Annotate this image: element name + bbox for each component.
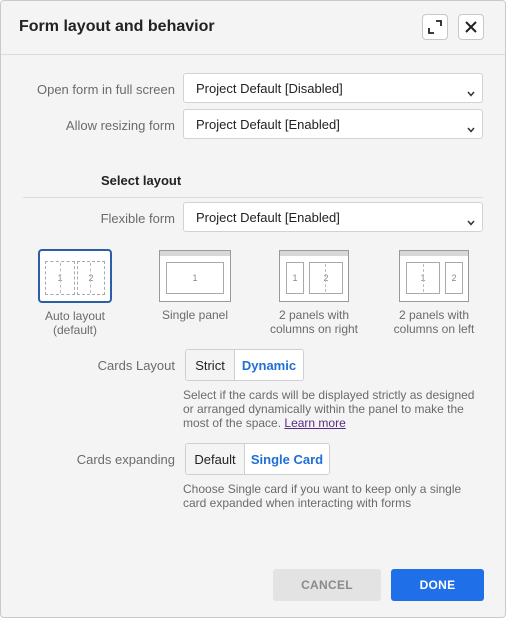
full-screen-select[interactable]: Project Default [Disabled]	[183, 73, 483, 103]
layout-option-label: Single panel	[161, 308, 229, 322]
expand-icon	[428, 20, 442, 34]
flexible-form-label: Flexible form	[100, 211, 175, 226]
select-layout-heading: Select layout	[101, 173, 182, 188]
layout-option-label: 2 panels with columns on right	[269, 308, 359, 336]
single-panel-thumbnail: 1	[159, 250, 231, 302]
layout-option-columns-left[interactable]: 1 2 2 panels with columns on left	[379, 250, 489, 336]
full-screen-label: Open form in full screen	[36, 82, 175, 97]
cards-expanding-help: Choose Single card if you want to keep o…	[183, 482, 462, 510]
form-layout-dialog: Form layout and behavior Open form in fu…	[0, 0, 506, 618]
cards-layout-help: Select if the cards will be displayed st…	[183, 388, 475, 430]
auto-layout-thumbnail: 1 2	[38, 249, 112, 303]
layout-option-auto[interactable]: 1 2 Auto layout (default)	[27, 249, 123, 337]
cards-layout-label: Cards Layout	[97, 358, 175, 373]
done-button[interactable]: DONE	[391, 569, 484, 601]
chevron-down-icon	[467, 85, 475, 100]
close-button[interactable]	[458, 14, 484, 40]
cancel-button[interactable]: CANCEL	[273, 569, 381, 601]
chevron-down-icon	[467, 214, 475, 229]
layout-panel-2: 2	[309, 262, 343, 294]
expand-button[interactable]	[422, 14, 448, 40]
cards-expanding-label: Cards expanding	[76, 452, 175, 467]
dialog-header: Form layout and behavior	[1, 1, 505, 55]
cards-layout-toggle: Strict Dynamic	[185, 349, 304, 381]
cards-expanding-single-card-option[interactable]: Single Card	[245, 444, 329, 474]
layout-panel-1: 1	[286, 262, 304, 294]
flexible-form-select[interactable]: Project Default [Enabled]	[183, 202, 483, 232]
full-screen-value: Project Default [Disabled]	[196, 81, 343, 96]
layout-option-single-panel[interactable]: 1 Single panel	[147, 250, 243, 322]
close-icon	[465, 21, 477, 33]
columns-right-thumbnail: 1 2	[279, 250, 349, 302]
columns-left-thumbnail: 1 2	[399, 250, 469, 302]
layout-option-label: 2 panels with columns on left	[393, 308, 475, 336]
cards-layout-dynamic-option[interactable]: Dynamic	[235, 350, 303, 380]
layout-option-label: Auto layout (default)	[44, 309, 106, 337]
resizing-value: Project Default [Enabled]	[196, 117, 340, 132]
cards-expanding-toggle: Default Single Card	[185, 443, 330, 475]
layout-panel-1: 1	[166, 262, 224, 294]
layout-panel-2: 2	[77, 261, 105, 295]
layout-panel-2: 2	[445, 262, 463, 294]
flexible-form-value: Project Default [Enabled]	[196, 210, 340, 225]
dialog-title: Form layout and behavior	[19, 18, 215, 35]
learn-more-link[interactable]: Learn more	[284, 416, 345, 430]
layout-option-columns-right[interactable]: 1 2 2 panels with columns on right	[259, 250, 369, 336]
resizing-label: Allow resizing form	[65, 118, 175, 133]
chevron-down-icon	[467, 121, 475, 136]
cards-expanding-default-option[interactable]: Default	[186, 444, 245, 474]
resizing-select[interactable]: Project Default [Enabled]	[183, 109, 483, 139]
cards-layout-strict-option[interactable]: Strict	[186, 350, 235, 380]
section-divider	[23, 197, 483, 198]
